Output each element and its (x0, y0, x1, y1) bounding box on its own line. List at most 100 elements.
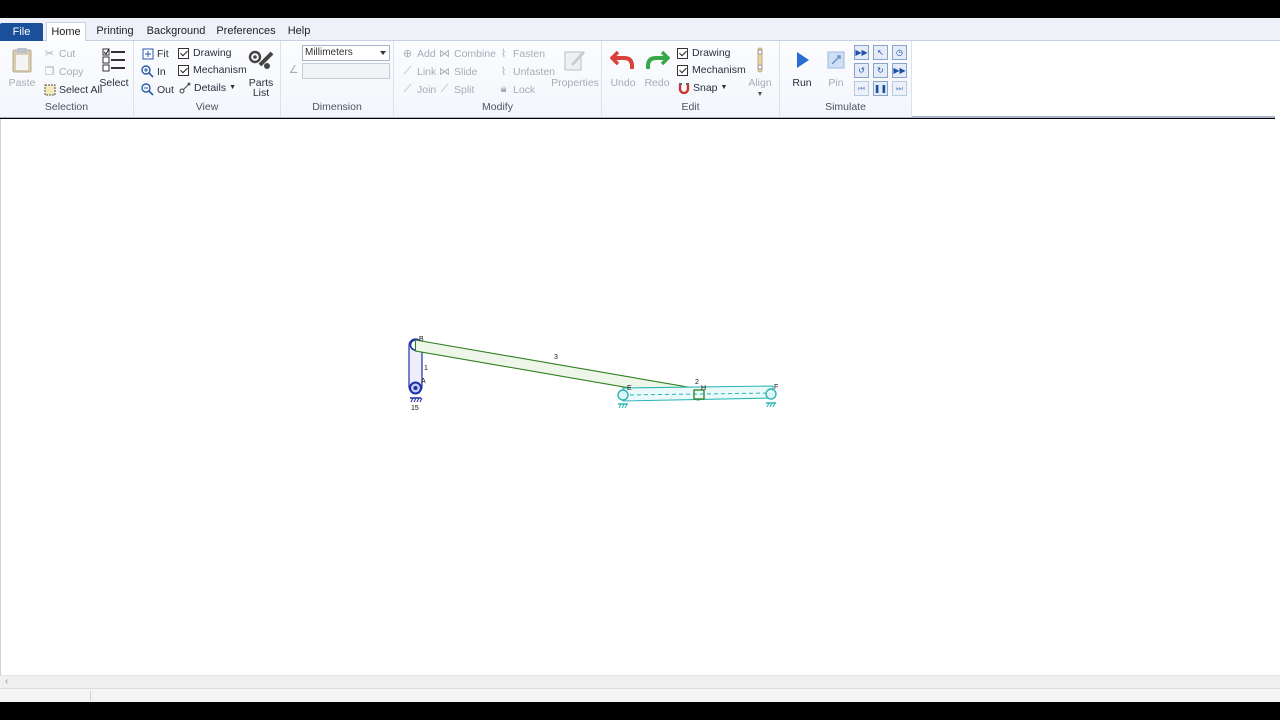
dimension-value-input[interactable] (302, 63, 390, 79)
pause-icon[interactable]: ❚❚ (873, 81, 888, 96)
edit-drawing-checkbox[interactable]: Drawing (677, 47, 731, 59)
combine-label: Combine (454, 47, 497, 60)
units-select[interactable]: Millimeters (302, 45, 390, 61)
rewind-icon[interactable]: ⏮ (854, 81, 869, 96)
checklist-icon (101, 46, 127, 74)
dimension-icon: ∠ (287, 63, 303, 76)
redo-button[interactable]: Redo (643, 46, 671, 88)
split-icon: ⟋ (440, 83, 449, 95)
link-label: Link (417, 65, 437, 78)
link-label-1: 1 (424, 365, 428, 372)
magnet-icon (677, 81, 690, 94)
status-divider (90, 691, 91, 701)
run-button[interactable]: Run (788, 46, 816, 88)
link-button[interactable]: ⟋ Link (401, 65, 437, 78)
link-icon: ⟋ (403, 65, 412, 77)
fasten-button[interactable]: ⌇ Fasten (497, 47, 545, 61)
cursor-icon[interactable]: ↖ (873, 45, 888, 60)
edit-drawing-label: Drawing (692, 47, 731, 59)
parts-list-label-2: List (252, 87, 270, 99)
tab-background[interactable]: Background (146, 22, 206, 41)
slide-label: Slide (454, 65, 478, 78)
join-button[interactable]: ⟋ Join (401, 83, 437, 96)
align-label: Align (748, 77, 772, 89)
clock-icon[interactable]: ◷ (892, 45, 907, 60)
paste-button[interactable]: Paste (8, 46, 36, 88)
cut-button[interactable]: ✂ Cut (43, 47, 75, 61)
tab-home[interactable]: Home (46, 22, 86, 42)
fit-button[interactable]: Fit (141, 47, 169, 60)
horizontal-scrollbar[interactable]: ‹ (0, 675, 1280, 688)
align-button[interactable]: Align ▼ (746, 46, 774, 100)
redo-arrow-icon (644, 46, 670, 74)
properties-button[interactable]: Properties (551, 46, 599, 88)
fit-icon (141, 47, 154, 60)
lock-button[interactable]: 🔒︎ Lock (497, 83, 536, 96)
select-all-label: Select All (59, 83, 103, 96)
unfasten-button[interactable]: ⌇ Unfasten (497, 65, 555, 79)
point-label-b: B (419, 336, 424, 343)
view-drawing-label: Drawing (193, 47, 232, 59)
tab-help[interactable]: Help (286, 22, 312, 41)
zoom-in-button[interactable]: In (141, 65, 166, 78)
split-label: Split (454, 83, 475, 96)
unfasten-icon: ⌇ (500, 66, 507, 78)
fit-label: Fit (157, 47, 169, 60)
tab-printing[interactable]: Printing (93, 22, 137, 41)
details-dropdown[interactable]: Details ▼ (178, 81, 236, 94)
redo-label: Redo (644, 77, 670, 89)
rotate-cw-icon[interactable]: ↻ (873, 63, 888, 78)
copy-button[interactable]: ❐ Copy (43, 65, 84, 79)
clipboard-icon (9, 46, 35, 74)
mechanism-drawing: B 1 A 15 3 2 E H F (408, 336, 778, 412)
parts-list-icon (248, 46, 274, 74)
slide-button[interactable]: ⋈ Slide (438, 65, 478, 79)
add-button[interactable]: ⊕ Add (401, 47, 436, 61)
group-label-selection: Selection (44, 101, 89, 113)
ribbon: Paste ✂ Cut ❐ Copy Select All Select Selec… (0, 41, 1280, 118)
undo-button[interactable]: Undo (609, 46, 637, 88)
point-label-f: F (774, 384, 778, 391)
pin-label: Pin (828, 77, 844, 89)
checkbox-checked-icon (677, 64, 688, 76)
tab-preferences[interactable]: Preferences (216, 22, 276, 41)
fast-forward-icon[interactable]: ▶▶ (892, 63, 907, 78)
paste-label: Paste (8, 77, 36, 89)
zoom-out-label: Out (157, 83, 174, 96)
skip-end-icon[interactable]: ⏭ (892, 81, 907, 96)
scissors-icon: ✂ (44, 48, 55, 60)
link-label-3: 3 (554, 354, 558, 361)
drawing-canvas[interactable]: B 1 A 15 3 2 E H F (0, 119, 1280, 675)
step-forward-icon[interactable]: ▶▶ (854, 45, 869, 60)
parts-list-button[interactable]: Parts List (246, 46, 276, 98)
select-label: Select (99, 77, 129, 89)
chevron-left-icon[interactable]: ‹ (5, 676, 8, 687)
zoom-in-icon (141, 65, 154, 78)
view-drawing-checkbox[interactable]: Drawing (178, 47, 232, 59)
link-2[interactable] (617, 385, 777, 409)
checkbox-checked-icon (677, 47, 688, 59)
dropdown-arrow-icon: ▼ (756, 91, 764, 98)
select-button[interactable]: Select (99, 46, 129, 89)
crank-speed-label: 15 (411, 405, 419, 412)
fasten-icon: ⌇ (500, 48, 507, 60)
view-mechanism-checkbox[interactable]: Mechanism (178, 64, 247, 76)
rotate-ccw-icon[interactable]: ↺ (854, 63, 869, 78)
dropdown-arrow-icon: ▼ (229, 84, 237, 91)
copy-label: Copy (59, 65, 84, 78)
pin-button[interactable]: Pin (822, 46, 850, 88)
snap-dropdown[interactable]: Snap ▼ (677, 81, 727, 94)
tab-file[interactable]: File (0, 23, 43, 41)
edit-mechanism-checkbox[interactable]: Mechanism (677, 64, 746, 76)
dropdown-arrow-icon: ▼ (720, 84, 728, 91)
join-label: Join (417, 83, 437, 96)
select-all-button[interactable]: Select All (43, 83, 102, 96)
view-mechanism-label: Mechanism (193, 64, 247, 76)
zoom-out-button[interactable]: Out (141, 83, 174, 96)
join-icon: ⟋ (403, 83, 412, 95)
group-label-modify: Modify (482, 101, 513, 113)
combine-button[interactable]: ⋈ Combine (438, 47, 497, 61)
units-select-value: Millimeters (305, 47, 353, 58)
combine-icon: ⋈ (439, 48, 450, 60)
split-button[interactable]: ⟋ Split (438, 83, 475, 96)
